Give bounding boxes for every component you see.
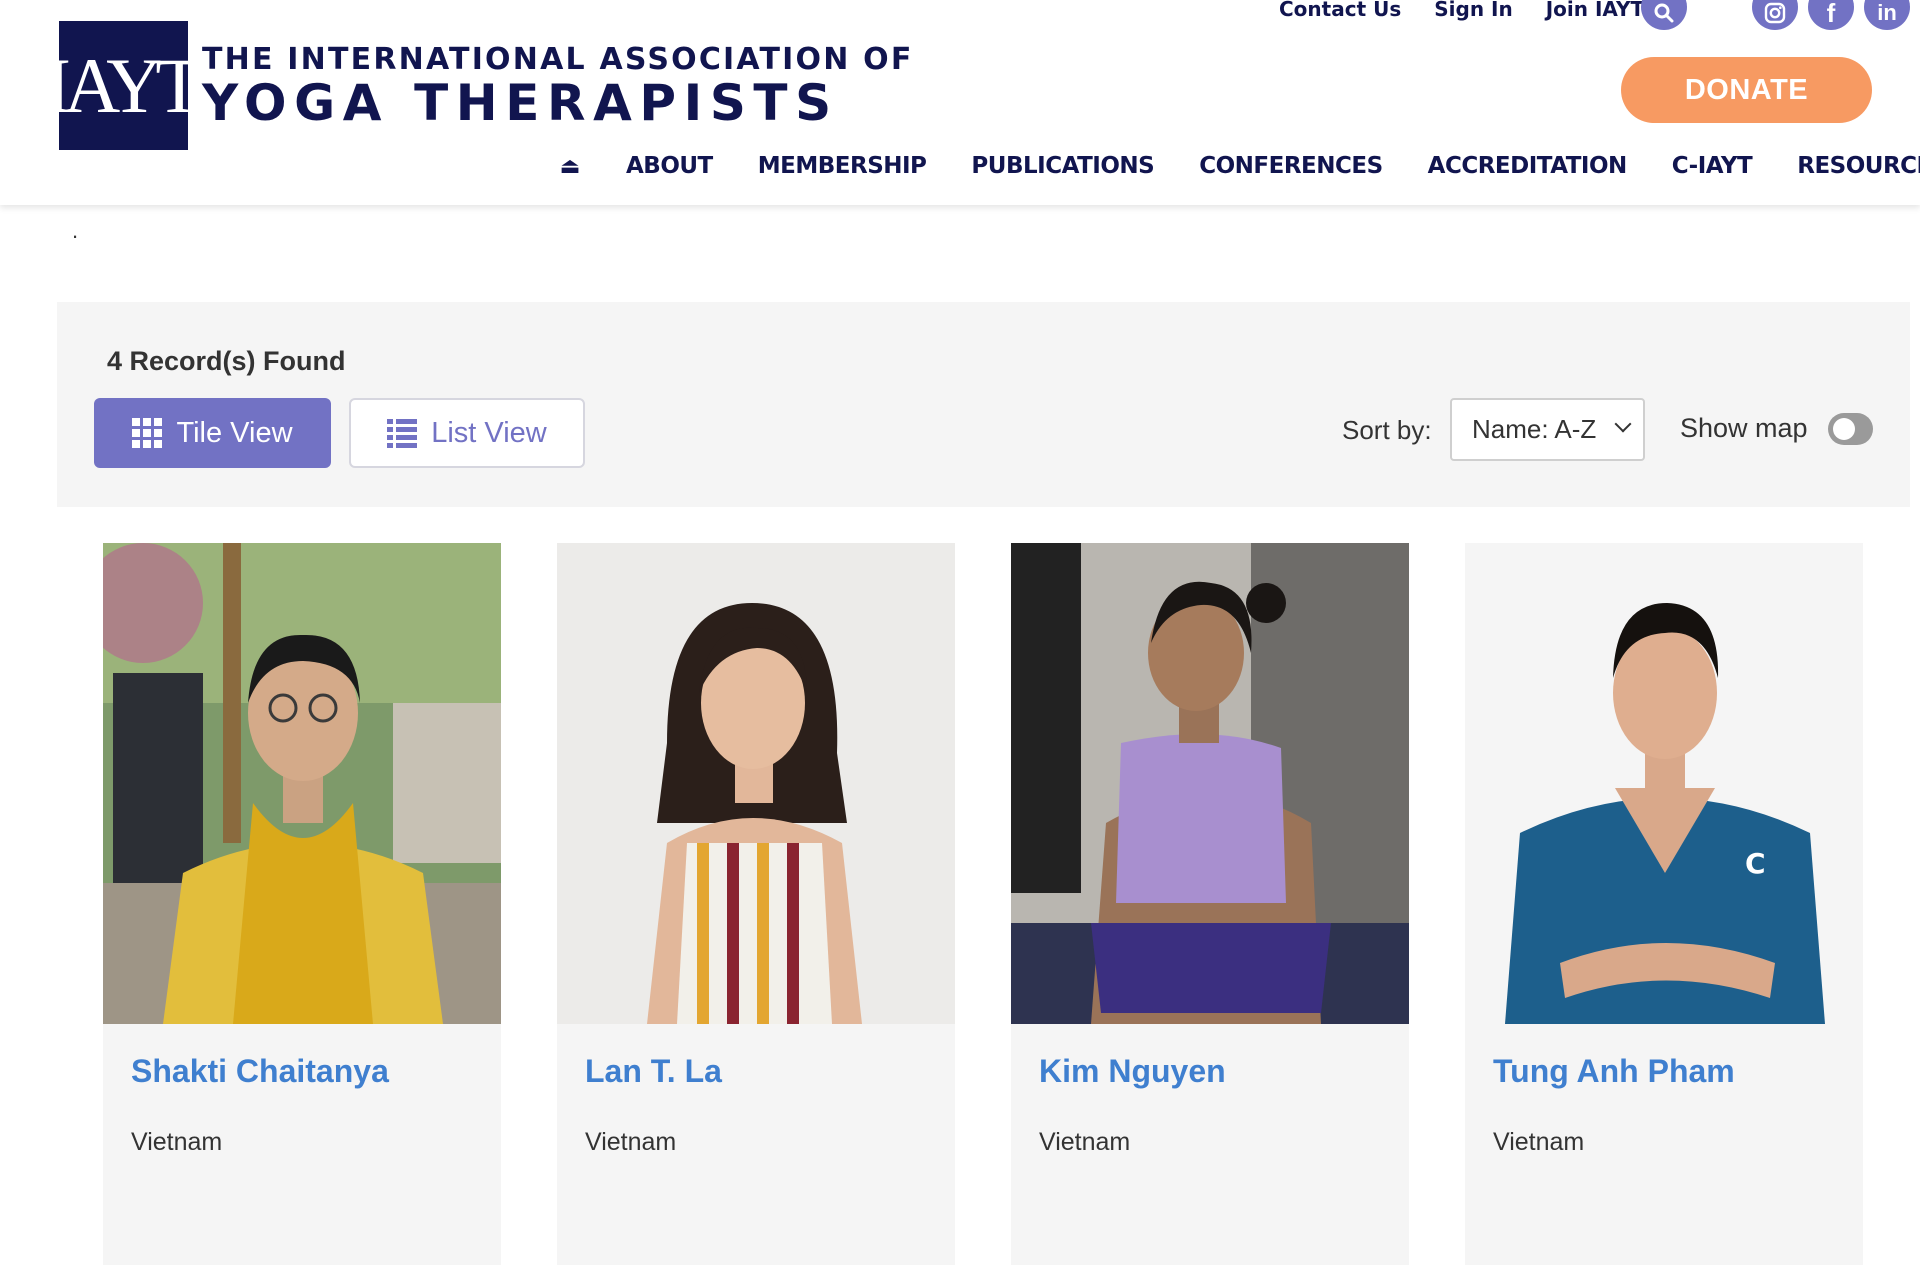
- sort-select[interactable]: Name: A-Z: [1450, 398, 1645, 461]
- contact-us-link[interactable]: Contact Us: [1279, 0, 1401, 21]
- member-photo-image: [1011, 543, 1409, 1024]
- tile-view-button[interactable]: Tile View: [94, 398, 331, 468]
- logo-mark: IAYT: [45, 21, 203, 150]
- instagram-link[interactable]: [1752, 0, 1798, 30]
- logo-wordmark: THE INTERNATIONAL ASSOCIATION OF YOGA TH…: [202, 41, 914, 132]
- member-photo[interactable]: [103, 543, 501, 1024]
- utility-links: Contact Us Sign In Join IAYT: [1279, 0, 1644, 21]
- search-icon: [1654, 3, 1674, 23]
- nav-item-c-iayt[interactable]: C-IAYT: [1672, 153, 1753, 179]
- nav-item-conferences[interactable]: CONFERENCES: [1199, 153, 1383, 179]
- member-card[interactable]: Lan T. La Vietnam: [557, 543, 955, 1265]
- search-button[interactable]: [1641, 0, 1687, 30]
- facebook-icon: f: [1826, 0, 1836, 28]
- show-map-label: Show map: [1680, 413, 1808, 443]
- site-header: IAYT THE INTERNATIONAL ASSOCIATION OF YO…: [0, 0, 1920, 205]
- linkedin-link[interactable]: in: [1864, 0, 1910, 30]
- member-photo-image: [557, 543, 955, 1024]
- list-view-button[interactable]: List View: [349, 398, 585, 468]
- records-count: 4 Record(s) Found: [107, 346, 346, 376]
- member-country: Vietnam: [585, 1128, 677, 1156]
- tile-view-label: Tile View: [176, 416, 293, 449]
- sign-in-link[interactable]: Sign In: [1434, 0, 1512, 21]
- stray-mark: .: [72, 218, 79, 243]
- member-name[interactable]: Tung Anh Pham: [1493, 1053, 1735, 1090]
- member-photo[interactable]: C: [1465, 543, 1863, 1024]
- facebook-link[interactable]: f: [1808, 0, 1854, 30]
- nav-item-about[interactable]: ABOUT: [626, 153, 713, 179]
- svg-text:C: C: [1745, 847, 1766, 880]
- results-toolbar: 4 Record(s) Found Tile View List View So…: [57, 302, 1910, 507]
- grid-icon: [132, 418, 163, 448]
- member-photo-image: C: [1465, 543, 1863, 1024]
- toggle-knob: [1833, 418, 1855, 440]
- nav-item-membership[interactable]: MEMBERSHIP: [758, 153, 927, 179]
- member-card[interactable]: Shakti Chaitanya Vietnam: [103, 543, 501, 1265]
- nav-item-resources[interactable]: RESOURCES: [1797, 153, 1920, 179]
- member-photo[interactable]: [1011, 543, 1409, 1024]
- member-photo[interactable]: [557, 543, 955, 1024]
- member-country: Vietnam: [1039, 1128, 1131, 1156]
- member-card[interactable]: Kim Nguyen Vietnam: [1011, 543, 1409, 1265]
- main-nav: ⏏ ABOUT MEMBERSHIP PUBLICATIONS CONFEREN…: [556, 153, 1920, 179]
- member-name[interactable]: Kim Nguyen: [1039, 1053, 1226, 1090]
- logo-line-2: YOGA THERAPISTS: [202, 73, 839, 132]
- chevron-down-icon: [1614, 415, 1632, 433]
- member-card[interactable]: C Tung Anh Pham Vietnam: [1465, 543, 1863, 1265]
- join-iayt-link[interactable]: Join IAYT: [1546, 0, 1644, 21]
- member-name[interactable]: Shakti Chaitanya: [131, 1053, 389, 1090]
- home-icon[interactable]: ⏏: [556, 153, 584, 179]
- sort-select-value: Name: A-Z: [1472, 414, 1597, 444]
- instagram-icon: [1764, 2, 1786, 24]
- show-map-toggle[interactable]: [1828, 413, 1873, 445]
- site-logo[interactable]: IAYT THE INTERNATIONAL ASSOCIATION OF YO…: [45, 21, 914, 150]
- member-photo-image: [103, 543, 501, 1024]
- list-icon: [387, 418, 418, 448]
- nav-item-accreditation[interactable]: ACCREDITATION: [1428, 153, 1628, 179]
- member-name[interactable]: Lan T. La: [585, 1053, 722, 1090]
- linkedin-icon: in: [1877, 0, 1897, 25]
- donate-button[interactable]: DONATE: [1621, 57, 1872, 123]
- member-country: Vietnam: [1493, 1128, 1585, 1156]
- logo-line-1: THE INTERNATIONAL ASSOCIATION OF: [202, 41, 914, 77]
- list-view-label: List View: [431, 416, 547, 449]
- sort-label: Sort by:: [1342, 415, 1432, 445]
- nav-item-publications[interactable]: PUBLICATIONS: [971, 153, 1154, 179]
- member-country: Vietnam: [131, 1128, 223, 1156]
